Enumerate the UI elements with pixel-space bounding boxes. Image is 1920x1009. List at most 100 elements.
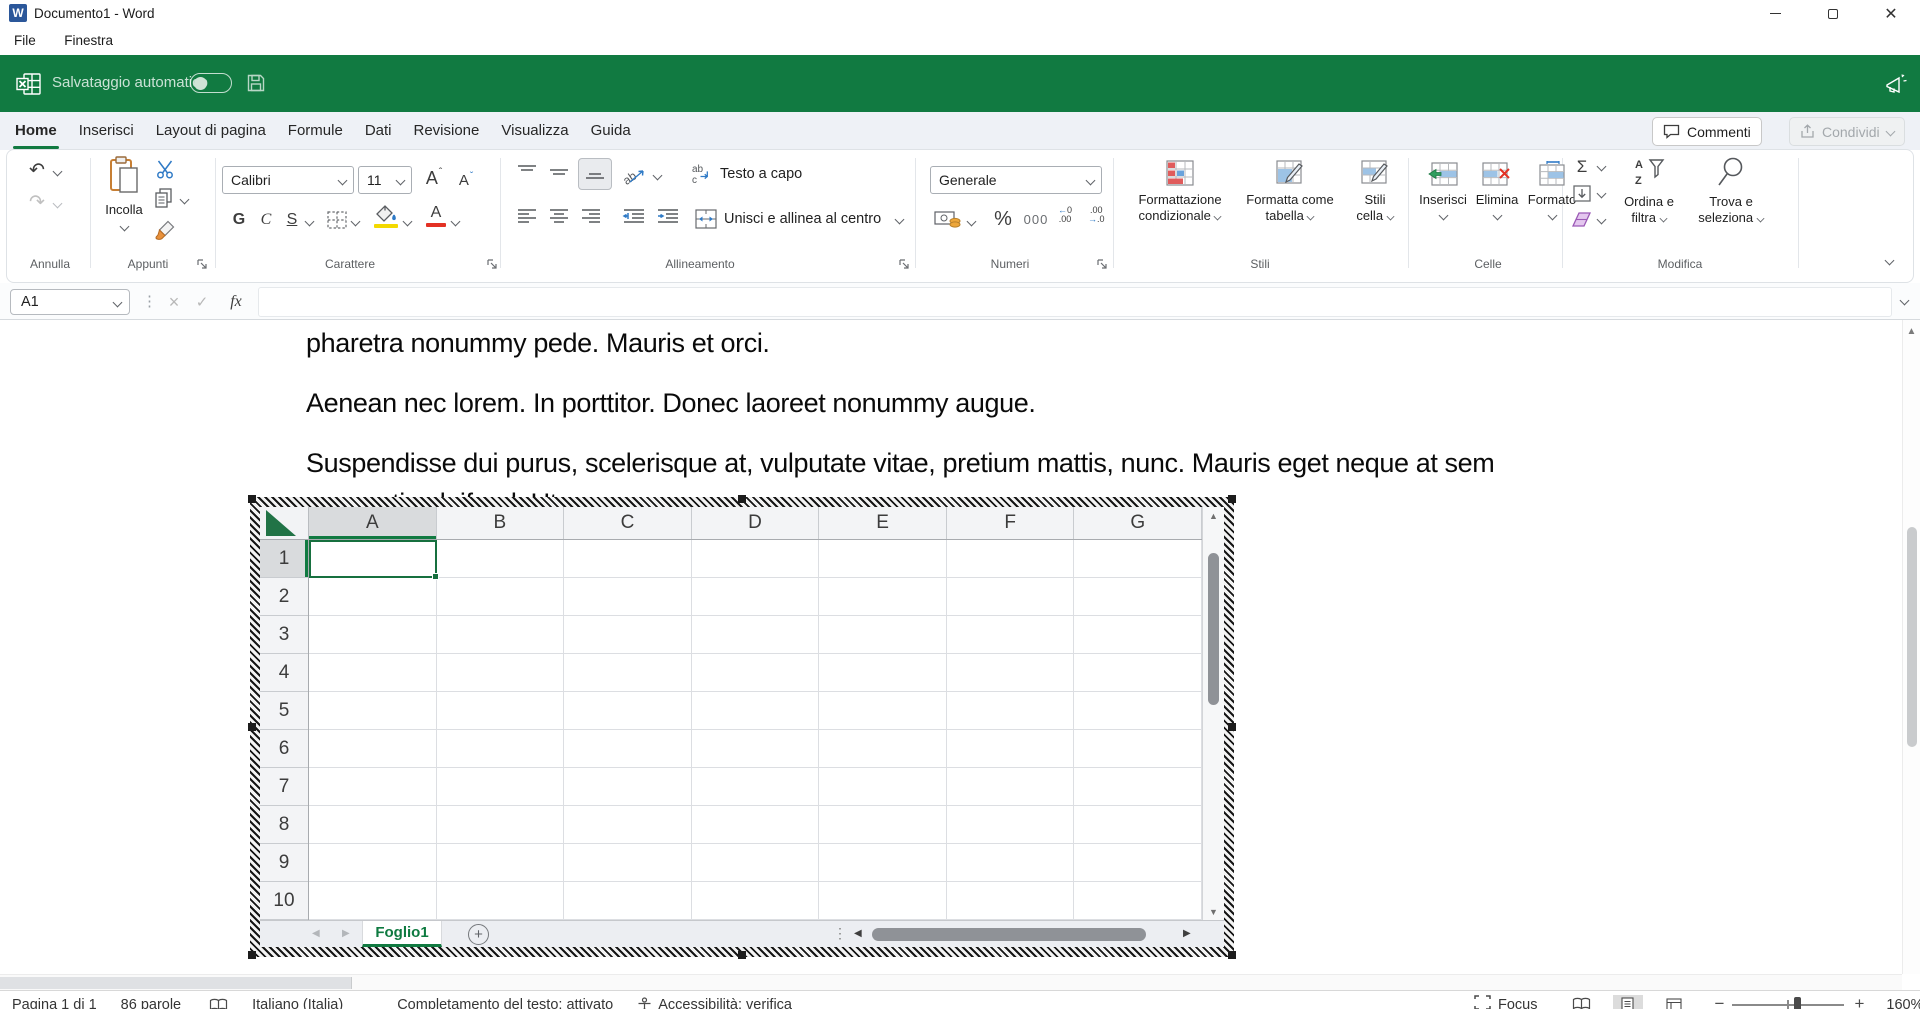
tab-home[interactable]: Home [4,112,68,150]
format-as-table-button[interactable]: Formatta come tabella [1240,156,1340,224]
cell-B8[interactable] [437,806,565,844]
align-left-button[interactable] [516,208,538,226]
cell-B7[interactable] [437,768,565,806]
numeri-dialog-launcher[interactable] [1096,258,1108,270]
cell-D5[interactable] [692,692,820,730]
embedded-excel-object[interactable]: ABCDEFG 12345678910 ▲ ▼ ◀ ▶ Foglio1 + ⋮ … [250,497,1234,957]
new-sheet-button[interactable]: + [468,924,489,945]
row-header-4[interactable]: 4 [260,654,308,692]
cell-styles-button[interactable]: Stili cella [1344,156,1406,224]
row-header-8[interactable]: 8 [260,806,308,844]
find-select-button[interactable]: Trova e seleziona [1690,154,1772,226]
currency-button[interactable] [934,208,962,230]
print-layout-icon[interactable] [1613,995,1643,1009]
sheet-tab-foglio1[interactable]: Foglio1 [362,921,442,947]
carattere-dialog-launcher[interactable] [486,258,498,270]
cell-B3[interactable] [437,616,565,654]
tab-guida[interactable]: Guida [580,112,642,150]
maximize-button[interactable] [1804,0,1862,27]
cell-C9[interactable] [564,844,692,882]
appunti-dialog-launcher[interactable] [196,258,208,270]
resize-handle[interactable] [738,951,746,959]
cell-D10[interactable] [692,882,820,920]
merge-center-button[interactable] [694,208,718,230]
row-header-6[interactable]: 6 [260,730,308,768]
resize-handle[interactable] [738,495,746,503]
cell-C10[interactable] [564,882,692,920]
cell-G7[interactable] [1074,768,1202,806]
cell-B2[interactable] [437,578,565,616]
tab-inserisci[interactable]: Inserisci [68,112,145,150]
resize-handle[interactable] [248,951,256,959]
document-horizontal-scrollbar[interactable] [0,974,1902,990]
tab-visualizza[interactable]: Visualizza [490,112,579,150]
cell-E2[interactable] [819,578,947,616]
cell-C1[interactable] [564,540,692,578]
zoom-out-button[interactable]: − [1715,994,1725,1009]
cell-B4[interactable] [437,654,565,692]
column-header-C[interactable]: C [564,507,692,539]
cell-C6[interactable] [564,730,692,768]
column-header-D[interactable]: D [692,507,820,539]
decrease-decimal-button[interactable]: .00→.0 [1088,206,1105,224]
align-top-button[interactable] [516,164,538,180]
cell-G4[interactable] [1074,654,1202,692]
cell-D3[interactable] [692,616,820,654]
web-layout-icon[interactable] [1659,995,1689,1009]
doc-hscroll-thumb[interactable] [0,977,352,989]
column-header-G[interactable]: G [1074,507,1202,539]
proofing-book-icon[interactable] [209,998,228,1009]
confirm-entry-button[interactable]: ✓ [190,289,214,315]
zoom-slider[interactable] [1732,995,1844,1009]
clear-button[interactable] [1570,211,1593,229]
cell-E3[interactable] [819,616,947,654]
cell-F10[interactable] [947,882,1075,920]
cell-C3[interactable] [564,616,692,654]
select-all-corner[interactable] [260,507,309,540]
column-header-A[interactable]: A [309,507,437,539]
conditional-formatting-button[interactable]: Formattazione condizionale [1124,156,1236,224]
cell-F1[interactable] [947,540,1075,578]
focus-icon[interactable] [1474,995,1491,1009]
zoom-slider-thumb[interactable] [1794,997,1801,1009]
allineamento-dialog-launcher[interactable] [898,258,910,270]
cell-F3[interactable] [947,616,1075,654]
cell-B10[interactable] [437,882,565,920]
cell-C7[interactable] [564,768,692,806]
borders-button[interactable] [326,210,348,230]
font-size-combo[interactable]: 11 [358,166,412,194]
cell-F4[interactable] [947,654,1075,692]
sheet-hscroll-thumb[interactable] [872,928,1146,941]
cell-C8[interactable] [564,806,692,844]
column-header-E[interactable]: E [819,507,947,539]
row-header-9[interactable]: 9 [260,844,308,882]
fill-color-button[interactable] [374,204,398,228]
resize-handle[interactable] [1228,723,1236,731]
prev-sheet-icon[interactable]: ◀ [312,928,320,939]
document-vertical-scrollbar[interactable]: ▲ [1902,320,1920,974]
cell-C5[interactable] [564,692,692,730]
format-painter-button[interactable] [154,220,177,241]
cell-D9[interactable] [692,844,820,882]
wrap-text-label[interactable]: Testo a capo [720,166,802,182]
cell-B9[interactable] [437,844,565,882]
font-name-combo[interactable]: Calibri [222,166,354,194]
formula-input[interactable] [258,287,1892,317]
cell-B1[interactable] [437,540,565,578]
increase-indent-button[interactable] [656,208,680,226]
language-indicator[interactable]: Italiano (Italia) [252,997,343,1009]
cell-E7[interactable] [819,768,947,806]
cell-F5[interactable] [947,692,1075,730]
tab-formule[interactable]: Formule [277,112,354,150]
page-indicator[interactable]: Pagina 1 di 1 [12,997,97,1009]
zoom-level[interactable]: 160% [1886,997,1920,1009]
cell-E1[interactable] [819,540,947,578]
increase-font-button[interactable]: Aˆ [420,164,448,192]
font-color-button[interactable]: A [426,204,446,227]
insert-function-button[interactable]: fx [222,289,250,315]
row-header-7[interactable]: 7 [260,768,308,806]
resize-handle[interactable] [248,495,256,503]
cell-F8[interactable] [947,806,1075,844]
resize-handle[interactable] [1228,495,1236,503]
cell-G9[interactable] [1074,844,1202,882]
